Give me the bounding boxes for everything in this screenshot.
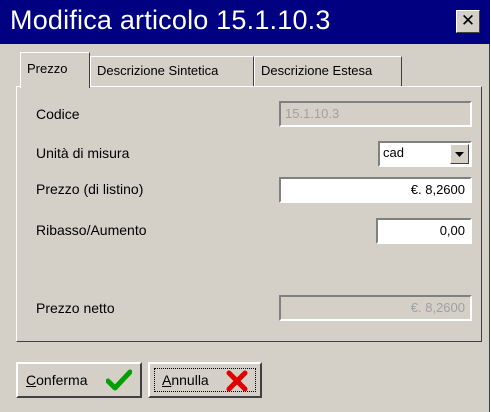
x-icon: [226, 370, 248, 392]
tab-descrizione-sintetica[interactable]: Descrizione Sintetica: [90, 56, 254, 86]
tab-descrizione-estesa[interactable]: Descrizione Estesa: [254, 56, 402, 86]
tab-label: Descrizione Sintetica: [97, 63, 219, 78]
check-icon: [106, 369, 132, 391]
tab-panel-prezzo: [16, 86, 482, 342]
window-title: Modifica articolo 15.1.10.3: [10, 5, 331, 35]
dialog-window: Modifica articolo 15.1.10.3 ✕ Prezzo Des…: [0, 0, 490, 412]
annulla-button[interactable]: Annulla: [148, 362, 262, 398]
tab-label: Descrizione Estesa: [261, 63, 373, 78]
conferma-label: Conferma: [26, 372, 88, 388]
close-button[interactable]: ✕: [456, 10, 480, 33]
close-icon: ✕: [460, 11, 476, 31]
tab-prezzo[interactable]: Prezzo: [20, 52, 90, 88]
annulla-label: Annulla: [162, 372, 209, 388]
tab-label: Prezzo: [27, 61, 68, 76]
conferma-button[interactable]: Conferma: [16, 362, 142, 398]
title-bar[interactable]: Modifica articolo 15.1.10.3 ✕: [0, 0, 490, 44]
